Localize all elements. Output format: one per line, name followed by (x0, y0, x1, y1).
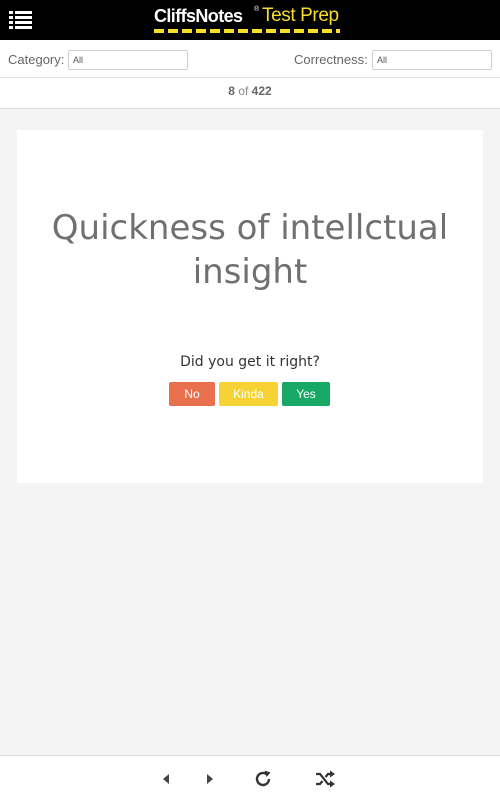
app-header: CliffsNotes ® Test Prep (0, 0, 500, 40)
category-select[interactable]: All (68, 50, 188, 70)
next-button[interactable] (199, 768, 221, 790)
counter-total: 422 (251, 84, 272, 98)
logo-subtitle: Test Prep (262, 5, 339, 26)
logo-registered-mark: ® (254, 6, 260, 13)
kinda-button[interactable]: Kinda (219, 382, 278, 406)
previous-button[interactable] (155, 768, 177, 790)
self-assessment-question: Did you get it right? (180, 354, 320, 370)
counter-current: 8 (228, 84, 235, 98)
no-button[interactable]: No (169, 382, 215, 406)
shuffle-icon (316, 770, 335, 788)
filter-bar: Category: All Correctness: All (0, 40, 500, 78)
next-icon (207, 774, 213, 784)
correctness-label: Correctness: (294, 52, 368, 67)
card-counter: 8 of 422 (0, 78, 500, 109)
card-term: Quickness of intellctual insight (51, 208, 449, 292)
correctness-select[interactable]: All (372, 50, 492, 70)
refresh-icon (255, 770, 271, 787)
refresh-button[interactable] (252, 768, 274, 790)
previous-icon (163, 774, 169, 784)
bottom-nav-bar (0, 755, 500, 800)
logo-brand-text: CliffsNotes (154, 6, 243, 26)
list-menu-icon (9, 11, 32, 29)
menu-button[interactable] (8, 8, 34, 32)
logo-stripe (154, 29, 340, 33)
shuffle-button[interactable] (314, 768, 336, 790)
category-label: Category: (8, 52, 65, 67)
flashcard[interactable]: Quickness of intellctual insight Did you… (17, 130, 483, 483)
cliffsnotes-logo: CliffsNotes ® Test Prep (152, 4, 348, 36)
yes-button[interactable]: Yes (282, 382, 330, 406)
app-screen: CliffsNotes ® Test Prep Category: All Co… (0, 0, 500, 800)
counter-of: of (238, 84, 249, 98)
